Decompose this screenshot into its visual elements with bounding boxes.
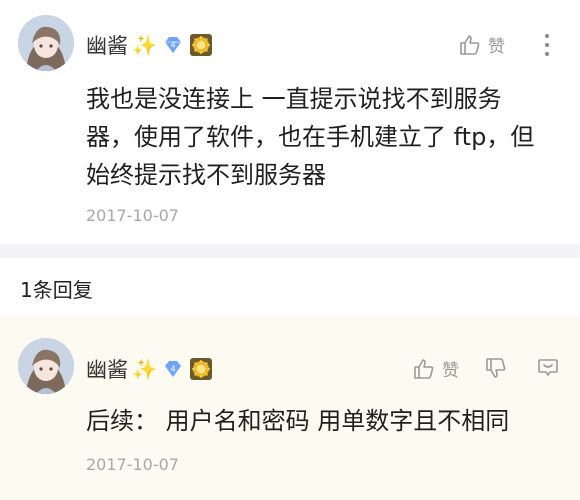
avatar[interactable]: [18, 15, 74, 71]
level-badge-icon: 4: [164, 37, 181, 53]
reply-body: 后续： 用户名和密码 用单数字且不相同: [86, 407, 510, 435]
more-dots-icon: [545, 34, 549, 56]
sparkle-icon: ✨: [132, 357, 157, 381]
level-number: 4: [170, 41, 175, 50]
thumbs-up-icon: [460, 34, 480, 55]
more-button[interactable]: [540, 30, 554, 60]
comment-date: 2017-10-07: [86, 206, 179, 225]
reply-count-label: 1条回复: [20, 278, 93, 302]
level-number: 4: [170, 365, 175, 374]
thumbs-up-icon: [414, 358, 434, 379]
comment-line: 器，使用了软件，也在手机建立了 ftp，但: [86, 123, 535, 151]
reply-dislike-button[interactable]: [482, 354, 510, 382]
avatar-image: [18, 338, 74, 394]
reply-user[interactable]: 幽酱 ✨ 4: [86, 354, 213, 384]
thumbs-down-icon: [486, 358, 506, 378]
reply-date: 2017-10-07: [86, 455, 179, 474]
comment-line: 始终提示找不到服务器: [86, 161, 326, 189]
comment-line: 我也是没连接上 一直提示说找不到服务: [86, 85, 502, 113]
like-label: 赞: [488, 37, 505, 57]
comment-user[interactable]: 幽酱 ✨ 4: [86, 30, 213, 60]
reply-comment-button[interactable]: [534, 354, 562, 382]
section-divider: [0, 244, 580, 258]
like-button[interactable]: 赞: [458, 32, 505, 57]
reply-like-button[interactable]: 赞: [412, 356, 459, 381]
level-badge-icon: 4: [164, 361, 181, 377]
username[interactable]: 幽酱: [86, 30, 128, 60]
sparkle-icon: ✨: [132, 33, 157, 57]
reply-avatar[interactable]: [18, 338, 74, 394]
medal-icon: [189, 34, 212, 56]
medal-icon: [189, 358, 212, 380]
avatar-image: [18, 15, 74, 71]
comment-body: 我也是没连接上 一直提示说找不到服务 器，使用了软件，也在手机建立了 ftp，但…: [86, 80, 566, 194]
speech-bubble-icon: [538, 359, 558, 376]
username[interactable]: 幽酱: [86, 354, 128, 384]
like-label: 赞: [442, 361, 459, 381]
